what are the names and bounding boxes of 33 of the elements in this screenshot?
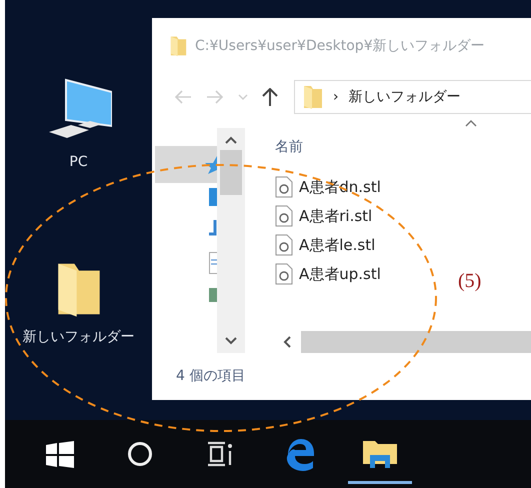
desktop-icon-label[interactable]: PC (69, 154, 88, 170)
active-indicator (348, 481, 412, 484)
desktop-icon-label[interactable]: 新しいフォルダー (22, 328, 134, 346)
up-arrow-icon[interactable] (262, 88, 278, 106)
windows-logo-icon (46, 440, 74, 468)
scroll-thumb[interactable] (220, 150, 242, 195)
column-header[interactable]: 名前 (275, 128, 531, 162)
sort-caret-icon[interactable] (465, 120, 477, 127)
file-icon (275, 176, 293, 198)
edge-logo-icon (284, 437, 316, 471)
file-icon (275, 205, 293, 227)
circle-icon (127, 441, 153, 467)
task-view-icon (207, 441, 233, 467)
file-icon (275, 263, 293, 285)
annotation-label: (5) (458, 270, 482, 293)
horizontal-scrollbar[interactable] (301, 331, 531, 353)
selected-row-highlight (155, 146, 217, 183)
item-count-text: 4 個の項目 (175, 367, 246, 385)
file-name[interactable]: A患者dn.stl (299, 178, 381, 196)
scroll-down-icon[interactable] (225, 337, 237, 345)
document-icon[interactable] (209, 252, 217, 274)
scroll-up-icon[interactable] (225, 136, 237, 144)
folder-icon (170, 35, 187, 57)
file-icon (275, 234, 293, 256)
address-bar[interactable]: › 新しいフォルダー (294, 80, 531, 114)
file-name[interactable]: A患者ri.stl (299, 206, 372, 226)
file-name[interactable]: A患者up.stl (299, 264, 381, 284)
window-title: C:¥Users¥user¥Desktop¥新しいフォルダー (195, 37, 485, 55)
vertical-scrollbar[interactable] (217, 128, 245, 353)
folder-icon (303, 84, 323, 110)
file-name[interactable]: A患者le.stl (299, 236, 376, 254)
folder-icon (363, 439, 397, 469)
scroll-left-icon[interactable] (283, 336, 291, 348)
